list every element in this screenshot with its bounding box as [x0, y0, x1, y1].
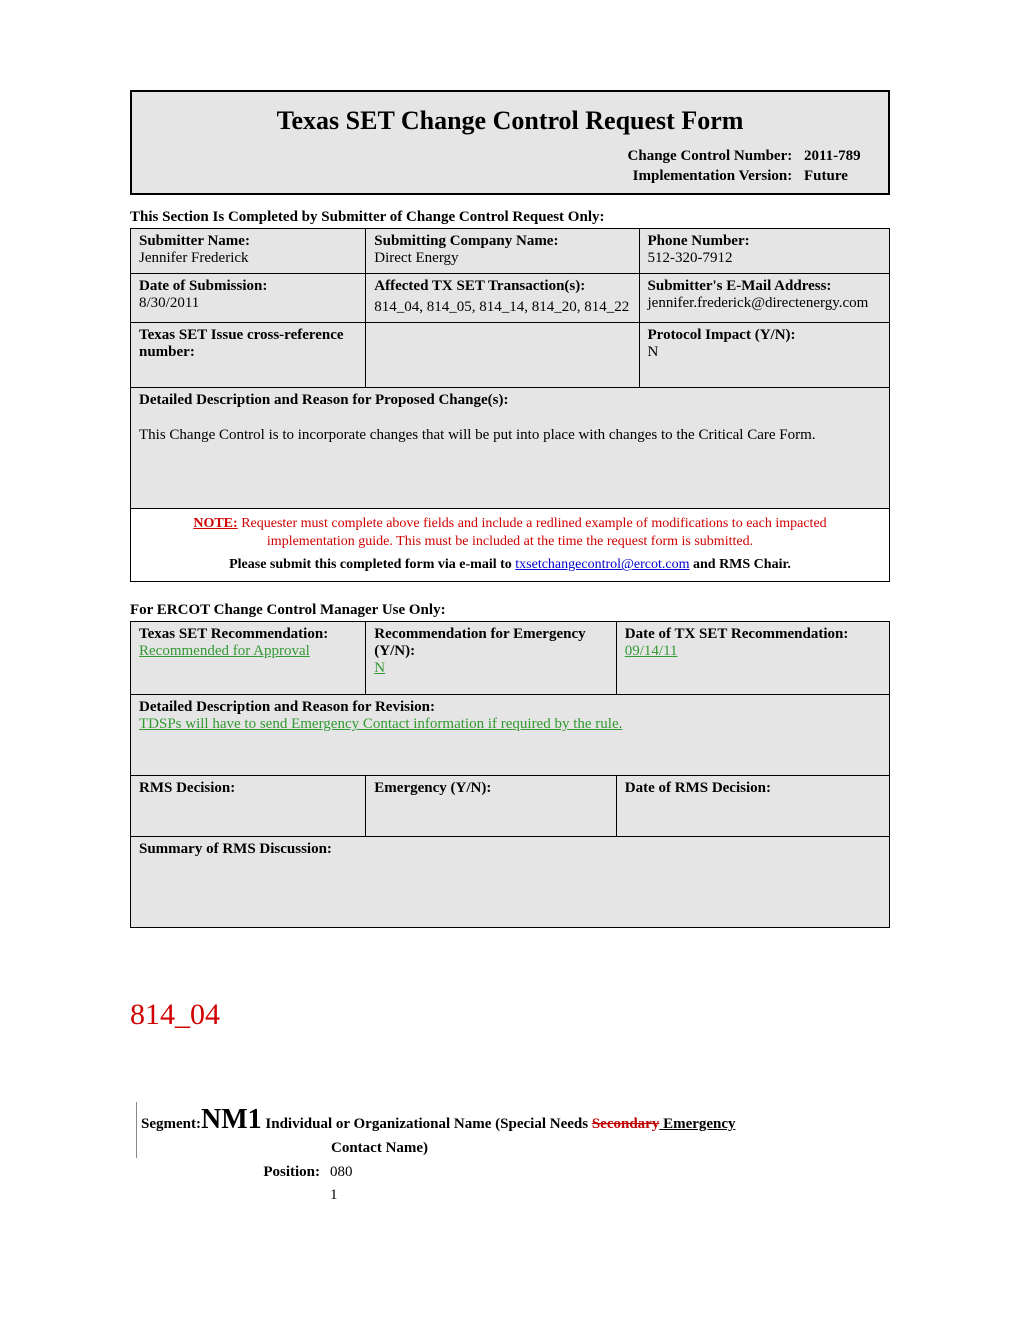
rms-sum-cell: Summary of RMS Discussion:: [131, 837, 890, 928]
note-submit-prefix: Please submit this completed form via e-…: [229, 557, 515, 572]
txset-rec-label: Texas SET Recommendation:: [139, 626, 357, 643]
txset-label: Affected TX SET Transaction(s):: [374, 278, 630, 295]
ercot-table: Texas SET Recommendation: Recommended fo…: [130, 621, 890, 928]
detail-value: This Change Control is to incorporate ch…: [139, 427, 881, 444]
xref-label: Texas SET Issue cross-reference number:: [139, 327, 357, 361]
emerg-rec-label: Recommendation for Emergency (Y/N):: [374, 626, 607, 660]
rev-value: TDSPs will have to send Emergency Contac…: [139, 716, 881, 733]
segment-desc-post: Contact Name): [331, 1140, 428, 1156]
rms-dec-label: RMS Decision:: [139, 780, 357, 797]
rms-emerg-cell: Emergency (Y/N):: [366, 776, 616, 837]
rev-label: Detailed Description and Reason for Revi…: [139, 699, 881, 716]
proto-label: Protocol Impact (Y/N):: [648, 327, 881, 344]
page-number: 1: [330, 1187, 890, 1204]
cc-number-value: 2011-789: [804, 146, 874, 166]
impl-version-value: Future: [804, 166, 874, 186]
note-submit-line: Please submit this completed form via e-…: [161, 556, 859, 575]
rms-sum-label: Summary of RMS Discussion:: [139, 841, 881, 858]
rms-date-cell: Date of RMS Decision:: [616, 776, 889, 837]
note-submit-suffix: and RMS Chair.: [690, 557, 791, 572]
date-cell: Date of Submission: 8/30/2011: [131, 273, 366, 322]
emerg-rec-cell: Recommendation for Emergency (Y/N): N: [366, 622, 616, 695]
emerg-rec-value: N: [374, 660, 607, 677]
section-ercot-label: For ERCOT Change Control Manager Use Onl…: [130, 602, 890, 619]
email-label: Submitter's E-Mail Address:: [648, 278, 881, 295]
txset-rec-date-label: Date of TX SET Recommendation:: [625, 626, 881, 643]
position-label: Position:: [130, 1164, 330, 1181]
segment-desc-pre: Individual or Organizational Name (Speci…: [265, 1116, 591, 1132]
form-title: Texas SET Change Control Request Form: [146, 106, 874, 136]
xref-cell: Texas SET Issue cross-reference number:: [131, 322, 366, 387]
submitter-name-label: Submitter Name:: [139, 233, 357, 250]
email-value: jennifer.frederick@directenergy.com: [648, 295, 881, 312]
segment-code: NM1: [201, 1104, 262, 1135]
segment-insert: Emergency: [659, 1116, 735, 1132]
impl-version-label: Implementation Version:: [633, 168, 793, 184]
transaction-heading: 814_04: [130, 998, 890, 1032]
segment-label: Segment:: [141, 1116, 201, 1132]
note-block: NOTE: Requester must complete above fiel…: [130, 509, 890, 583]
page-container: Texas SET Change Control Request Form Ch…: [0, 0, 1020, 1244]
cc-number-label: Change Control Number:: [628, 148, 793, 164]
header-meta: Change Control Number: 2011-789 Implemen…: [146, 146, 874, 187]
submitter-name-value: Jennifer Frederick: [139, 250, 357, 267]
note-submit-link[interactable]: txsetchangecontrol@ercot.com: [515, 557, 689, 572]
position-value: 080: [330, 1164, 353, 1180]
txset-value: 814_04, 814_05, 814_14, 814_20, 814_22: [374, 299, 630, 316]
txset-rec-date-cell: Date of TX SET Recommendation: 09/14/11: [616, 622, 889, 695]
detail-label: Detailed Description and Reason for Prop…: [139, 392, 881, 409]
detail-cell: Detailed Description and Reason for Prop…: [131, 387, 890, 508]
segment-strike: Secondary: [592, 1116, 660, 1132]
proto-cell: Protocol Impact (Y/N): N: [639, 322, 889, 387]
email-cell: Submitter's E-Mail Address: jennifer.fre…: [639, 273, 889, 322]
section-submitter-label: This Section Is Completed by Submitter o…: [130, 209, 890, 226]
note-prefix: NOTE:: [193, 516, 237, 531]
company-value: Direct Energy: [374, 250, 630, 267]
txset-rec-date-value: 09/14/11: [625, 643, 881, 660]
phone-label: Phone Number:: [648, 233, 881, 250]
txset-rec-value: Recommended for Approval: [139, 643, 357, 660]
date-label: Date of Submission:: [139, 278, 357, 295]
submitter-name-cell: Submitter Name: Jennifer Frederick: [131, 228, 366, 273]
note-text: Requester must complete above fields and…: [238, 516, 827, 550]
txset-cell: Affected TX SET Transaction(s): 814_04, …: [366, 273, 639, 322]
position-row: Position:080: [130, 1164, 890, 1181]
submitter-table: Submitter Name: Jennifer Frederick Submi…: [130, 228, 890, 509]
company-cell: Submitting Company Name: Direct Energy: [366, 228, 639, 273]
proto-value: N: [648, 344, 881, 361]
header-box: Texas SET Change Control Request Form Ch…: [130, 90, 890, 195]
company-label: Submitting Company Name:: [374, 233, 630, 250]
rms-date-label: Date of RMS Decision:: [625, 780, 881, 797]
rms-dec-cell: RMS Decision:: [131, 776, 366, 837]
rms-emerg-label: Emergency (Y/N):: [374, 780, 607, 797]
note-red-text: NOTE: Requester must complete above fiel…: [161, 515, 859, 553]
rev-cell: Detailed Description and Reason for Revi…: [131, 695, 890, 776]
txset-rec-cell: Texas SET Recommendation: Recommended fo…: [131, 622, 366, 695]
date-value: 8/30/2011: [139, 295, 357, 312]
phone-value: 512-320-7912: [648, 250, 881, 267]
phone-cell: Phone Number: 512-320-7912: [639, 228, 889, 273]
xref-spacer: [366, 322, 639, 387]
segment-line: Segment:NM1 Individual or Organizational…: [136, 1102, 890, 1158]
